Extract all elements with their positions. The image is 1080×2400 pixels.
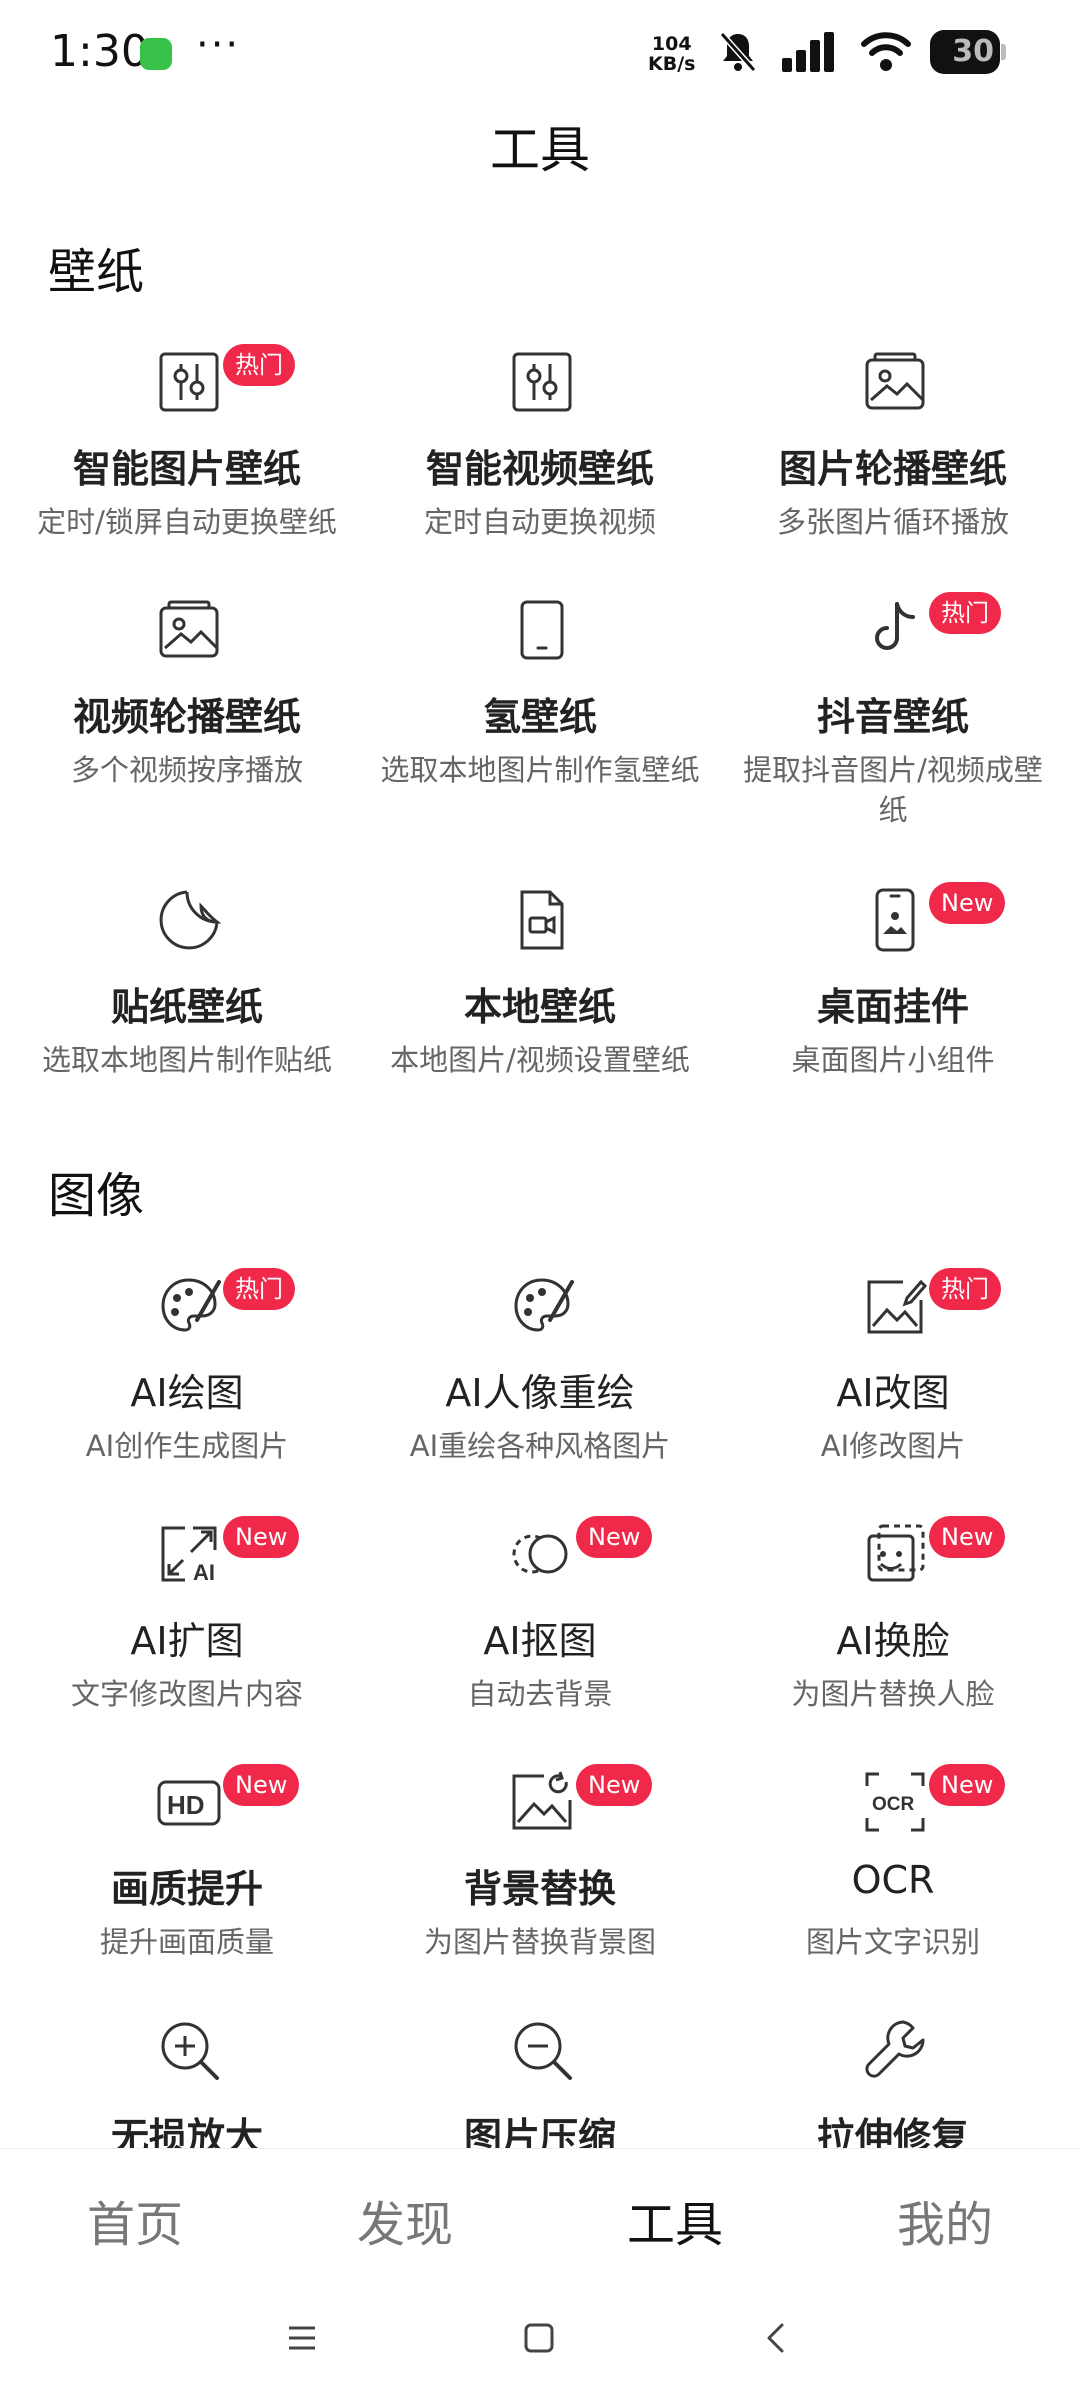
palette-icon [510,1274,574,1338]
new-badge: New [929,1516,1006,1558]
tile-name: 氢壁纸 [482,695,597,739]
tile-name: 视频轮播壁纸 [72,695,301,739]
tile-name: 智能图片壁纸 [72,447,301,491]
image-stack-icon [863,350,927,414]
hd-icon: HD [157,1770,221,1834]
menu-icon[interactable] [286,2322,318,2358]
tile-desc: 桌面图片小组件 [791,1043,995,1077]
sliders-icon [510,350,574,414]
battery-icon: 30 [930,30,1000,74]
tile-name: 抖音壁纸 [816,695,969,739]
hot-badge: 热门 [223,344,295,386]
chat-notification-icon [140,38,172,70]
home-icon[interactable] [523,2322,555,2358]
new-badge: New [223,1764,300,1806]
tile-desc: 文字修改图片内容 [70,1677,303,1711]
tile-desc: 多个视频按序播放 [70,753,303,787]
sliders-icon [157,350,221,414]
svg-text:OCR: OCR [872,1794,915,1815]
tile-desc: 图片文字识别 [805,1925,980,1959]
image-stack-icon [157,598,221,662]
cutout-icon [510,1522,574,1586]
wifi-icon [860,30,912,78]
tab-mine[interactable]: 我的 [810,2185,1080,2255]
battery-level: 30 [952,34,994,69]
section-title-image: 图像 [48,1168,145,1224]
background-replace-icon [510,1770,574,1834]
expand-ai-icon: AI [157,1522,221,1586]
tile-desc: 多张图片循环播放 [776,505,1009,539]
tile-name: 贴纸壁纸 [110,985,263,1029]
tile-desc: 为图片替换背景图 [423,1925,656,1959]
tile-name: 背景替换 [463,1867,616,1911]
tab-home[interactable]: 首页 [0,2185,270,2255]
section-title-wallpaper: 壁纸 [48,244,145,300]
network-speed-value: 104 [651,33,692,55]
tab-discover[interactable]: 发现 [270,2185,540,2255]
hot-badge: 热门 [929,1268,1001,1310]
tile-desc: AI重绘各种风格图片 [409,1429,671,1463]
tile-desc: 选取本地图片制作贴纸 [41,1043,332,1077]
tile-desc: 提取抖音图片/视频成壁纸 [743,753,1043,827]
tile-name: 桌面挂件 [816,985,969,1029]
svg-text:HD: HD [167,1790,205,1820]
tile-desc: 自动去背景 [467,1677,613,1711]
palette-icon [157,1274,221,1338]
tile-name: 画质提升 [110,1867,263,1911]
more-notifications-icon: ··· [196,22,241,68]
image-edit-icon [863,1274,927,1338]
tile-desc: 定时/锁屏自动更换壁纸 [37,505,337,539]
tile-desc: 本地图片/视频设置壁纸 [390,1043,690,1077]
page-title: 工具 [490,121,590,179]
hot-badge: 热门 [223,1268,295,1310]
bottom-tab-bar: 首页 发现 工具 我的 [0,2148,1080,2287]
tile-desc: AI修改图片 [820,1429,966,1463]
phone-widget-icon [863,888,927,952]
wrench-icon [863,2018,927,2082]
network-speed-unit: KB/s [648,53,696,75]
zoom-out-icon [510,2018,574,2082]
status-time: 1:30 [50,26,149,77]
svg-text:AI: AI [193,1560,215,1585]
tile-desc: 定时自动更换视频 [423,505,656,539]
tiktok-icon [863,598,927,662]
new-badge: New [576,1764,653,1806]
tile-desc: 为图片替换人脸 [791,1677,995,1711]
mute-bell-icon [718,30,758,78]
tile-desc: 提升画面质量 [99,1925,274,1959]
tile-name: 智能视频壁纸 [425,447,654,491]
tile-name: AI换脸 [836,1619,950,1663]
tile-name: 本地壁纸 [463,985,616,1029]
zoom-in-icon [157,2018,221,2082]
tile-name: AI改图 [836,1371,950,1415]
tile-desc: 选取本地图片制作氢壁纸 [380,753,700,787]
tile-desc: AI创作生成图片 [85,1429,289,1463]
face-swap-icon [863,1522,927,1586]
new-badge: New [929,1764,1006,1806]
tile-name: OCR [851,1858,935,1902]
hot-badge: 热门 [929,592,1001,634]
battery-tip [1001,44,1006,60]
new-badge: New [576,1516,653,1558]
new-badge: New [929,882,1006,924]
sticker-icon [157,888,221,952]
video-file-icon [510,888,574,952]
signal-icon [780,30,840,78]
back-icon[interactable] [760,2322,792,2358]
tab-tools[interactable]: 工具 [540,2185,810,2255]
tile-name: AI抠图 [483,1619,597,1663]
tile-name: AI人像重绘 [445,1371,635,1415]
network-speed: 104 KB/s [648,34,695,74]
tablet-icon [510,598,574,662]
tile-name: AI绘图 [130,1371,244,1415]
system-nav-bar [0,2286,1080,2400]
tile-name: AI扩图 [130,1619,244,1663]
status-bar: 1:30 ··· 104 KB/s 30 [0,0,1080,110]
tile-name: 图片轮播壁纸 [778,447,1007,491]
new-badge: New [223,1516,300,1558]
ocr-icon: OCR [863,1770,927,1834]
